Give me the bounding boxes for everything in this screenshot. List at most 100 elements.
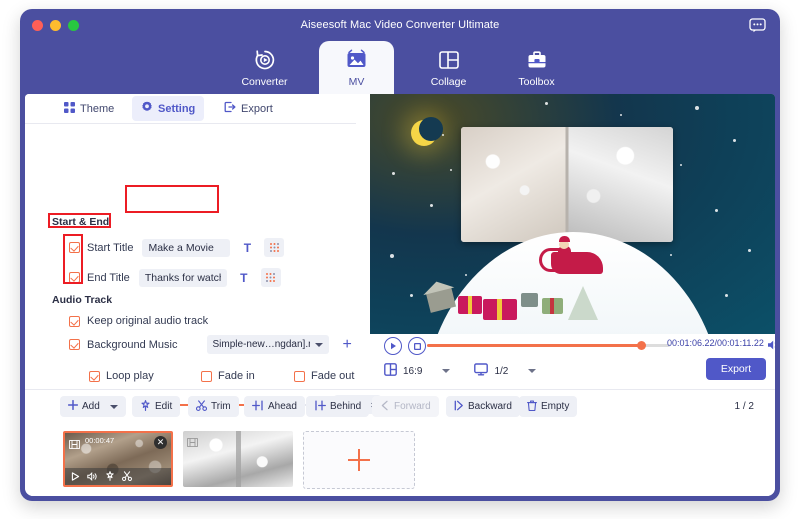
gift-graphic	[542, 298, 563, 314]
play-button[interactable]	[384, 337, 402, 355]
tab-label: Collage	[430, 76, 467, 88]
chevron-down-icon	[528, 369, 537, 373]
panel-tab-label: Export	[241, 102, 273, 115]
start-title-label: Start Title	[87, 241, 134, 254]
collage-layout-icon	[438, 47, 460, 73]
add-music-button[interactable]: +	[343, 336, 352, 353]
screen-split-selector[interactable]: 1/2	[474, 363, 537, 379]
tab-label: Converter	[241, 76, 288, 88]
keep-original-audio-checkbox[interactable]	[69, 315, 80, 327]
toolbox-icon	[526, 47, 548, 73]
start-title-checkbox[interactable]	[69, 242, 80, 253]
add-clip-button[interactable]	[303, 431, 415, 489]
window-title: Aiseesoft Mac Video Converter Ultimate	[300, 19, 500, 31]
end-title-checkbox[interactable]	[69, 272, 80, 283]
film-strip-icon	[186, 434, 199, 452]
start-title-text-button[interactable]: T	[237, 238, 258, 257]
fade-out-row: Fade out	[294, 370, 354, 382]
video-preview[interactable]	[370, 94, 775, 334]
export-button[interactable]: Export	[706, 358, 766, 380]
insert-behind-icon	[314, 400, 326, 414]
add-button[interactable]: Add	[60, 396, 126, 417]
insert-ahead-icon	[252, 400, 264, 414]
export-arrow-icon	[224, 101, 236, 116]
background-music-label: Background Music	[87, 338, 178, 351]
forward-button[interactable]: Forward	[372, 396, 439, 417]
clip-toolbar: Add Edit Trim Ahead Behind Forward Backw…	[25, 389, 775, 423]
loop-play-checkbox[interactable]	[89, 370, 100, 382]
panel-tab-bar: Theme Setting Export	[25, 94, 356, 124]
move-forward-icon	[380, 400, 390, 414]
mv-image-icon	[345, 47, 368, 73]
panel-tab-label: Setting	[158, 102, 196, 115]
clip-thumbnail[interactable]	[183, 431, 293, 487]
plus-icon	[348, 449, 370, 471]
panel-tab-theme[interactable]: Theme	[55, 96, 123, 121]
clip-action-bar	[65, 468, 171, 485]
monitor-icon	[474, 363, 489, 379]
grid-icon	[64, 101, 75, 116]
edit-button[interactable]: Edit	[132, 396, 181, 417]
preview-options-row: 16:9 1/2	[384, 363, 537, 379]
tab-collage[interactable]: Collage	[411, 41, 486, 98]
app-body: Theme Setting Export Start & End Start T…	[25, 94, 775, 496]
clip-duration: 00:00:47	[85, 436, 115, 445]
speaker-icon[interactable]	[767, 338, 775, 356]
progress-bar-track[interactable]	[642, 344, 670, 347]
fade-out-checkbox[interactable]	[294, 370, 305, 382]
loop-play-row: Loop play	[89, 370, 154, 382]
start-and-end-section-label: Start & End	[52, 216, 110, 228]
panel-tab-setting[interactable]: Setting	[132, 96, 205, 121]
panel-tab-export[interactable]: Export	[215, 96, 282, 121]
stop-button[interactable]	[408, 337, 426, 355]
move-backward-icon	[454, 400, 464, 414]
chevron-down-icon	[314, 342, 323, 347]
trim-button[interactable]: Trim	[188, 396, 239, 417]
toolbar-button-label: Behind	[330, 401, 362, 412]
gift-graphic	[483, 299, 517, 320]
magic-wand-icon	[140, 399, 151, 414]
scissors-icon	[195, 399, 208, 414]
clip-thumbnail[interactable]: 00:00:47 ✕	[63, 431, 173, 487]
scissors-icon[interactable]	[121, 468, 133, 486]
title-bar: Aiseesoft Mac Video Converter Ultimate	[20, 9, 780, 41]
ahead-button[interactable]: Ahead	[244, 396, 305, 417]
santa-sleigh-graphic	[537, 236, 609, 286]
screen-split-value: 1/2	[494, 365, 509, 377]
app-window: Aiseesoft Mac Video Converter Ultimate C…	[20, 9, 780, 501]
progress-handle[interactable]	[637, 340, 646, 350]
play-icon[interactable]	[71, 468, 80, 486]
background-music-checkbox[interactable]	[69, 339, 80, 350]
keep-original-audio-label: Keep original audio track	[87, 315, 209, 327]
fade-in-row: Fade in	[201, 370, 255, 382]
christmas-tree-graphic	[568, 286, 598, 320]
start-title-font-style-icon[interactable]	[264, 238, 285, 257]
end-title-row: End Title T	[69, 268, 281, 287]
aspect-ratio-value: 16:9	[403, 365, 423, 377]
aspect-ratio-selector[interactable]: 16:9	[384, 363, 451, 379]
behind-button[interactable]: Behind	[306, 396, 370, 417]
tab-label: MV	[348, 76, 365, 88]
close-icon[interactable]: ✕	[154, 436, 167, 449]
end-title-input[interactable]	[138, 268, 227, 287]
trash-icon	[527, 400, 537, 414]
empty-button[interactable]: Empty	[519, 396, 578, 417]
magic-wand-icon[interactable]	[105, 468, 115, 486]
end-title-text-button[interactable]: T	[233, 268, 254, 287]
converter-icon	[254, 47, 276, 73]
end-title-font-style-icon[interactable]	[260, 268, 281, 287]
fade-in-checkbox[interactable]	[201, 370, 212, 382]
player-controls: 00:01:06.22/00:01:11.22 16:9 1/2 Export	[370, 334, 775, 382]
tab-toolbox[interactable]: Toolbox	[499, 41, 574, 98]
volume-icon[interactable]	[87, 468, 98, 486]
tab-converter[interactable]: Converter	[227, 41, 302, 98]
start-title-input[interactable]	[142, 238, 231, 257]
tab-mv[interactable]: MV	[319, 41, 394, 98]
progress-bar-filled[interactable]	[427, 344, 642, 347]
background-music-select[interactable]: Simple-new…ngdan].mp3	[206, 335, 329, 354]
plus-icon	[67, 399, 79, 413]
backward-button[interactable]: Backward	[446, 396, 520, 417]
fade-in-label: Fade in	[218, 370, 255, 382]
tab-label: Toolbox	[518, 76, 555, 88]
speech-bubble-icon[interactable]	[749, 18, 766, 33]
